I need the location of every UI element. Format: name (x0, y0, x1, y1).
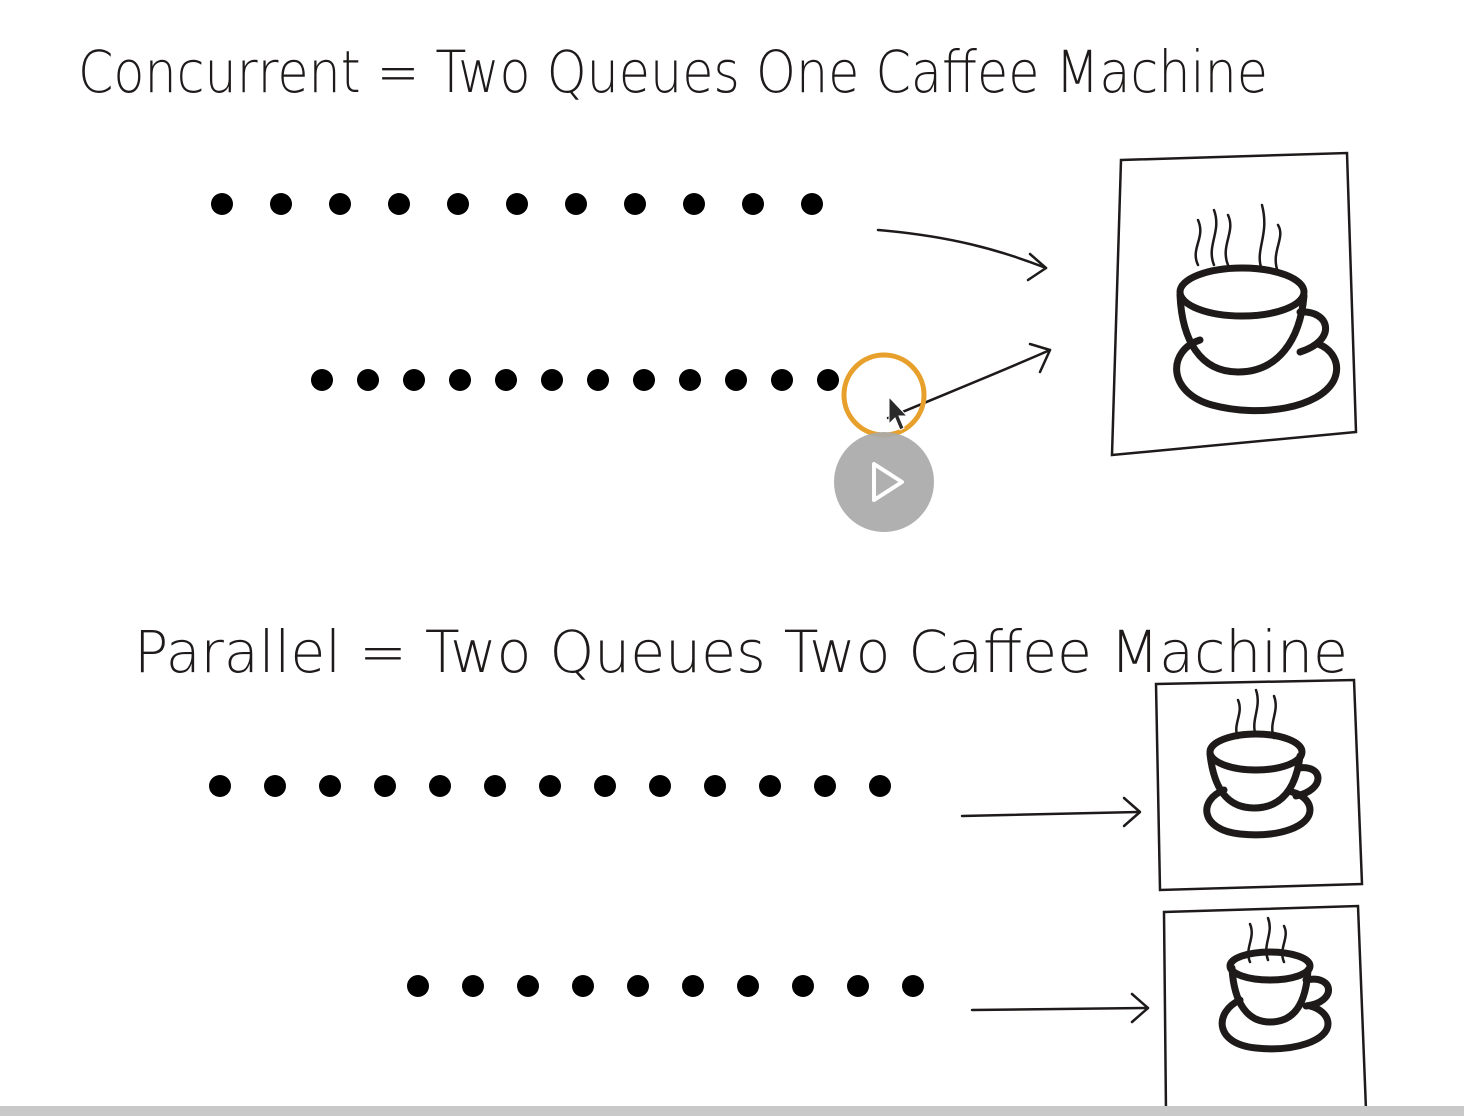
concurrent-queue-1 (208, 193, 826, 262)
stick-figure-icon (676, 369, 704, 438)
stick-figure-icon (459, 975, 487, 1044)
stick-figure-icon (798, 193, 826, 262)
stick-figure-icon (621, 193, 649, 262)
parallel-heading: Parallel = Two Queues Two Caffee Machine (134, 618, 1348, 686)
stick-figure-icon (562, 193, 590, 262)
stick-figure-icon (569, 975, 597, 1044)
parallel-coffee-machine-1 (1154, 678, 1364, 892)
stick-figure-icon (536, 775, 564, 844)
stick-figure-icon (756, 775, 784, 844)
stick-figure-icon (739, 193, 767, 262)
stick-figure-icon (426, 775, 454, 844)
stick-figure-icon (768, 369, 796, 438)
coffee-cup-icon (1218, 916, 1332, 1053)
stick-figure-icon (308, 369, 336, 438)
diagram-canvas: Concurrent = Two Queues One Caffee Machi… (78, 38, 1368, 1114)
stick-figure-icon (679, 975, 707, 1044)
parallel-arrow-1 (960, 796, 1142, 828)
parallel-queue-2 (404, 975, 927, 1044)
stick-figure-icon (404, 975, 432, 1044)
stick-figure-icon (316, 775, 344, 844)
play-button[interactable] (834, 432, 934, 532)
concurrent-arrow-2 (886, 342, 1052, 420)
stick-figure-icon (734, 975, 762, 1044)
arrow-icon (886, 348, 1052, 420)
stick-figure-icon (326, 193, 354, 262)
concurrent-coffee-machine (1110, 151, 1358, 457)
stick-figure-icon (591, 775, 619, 844)
stick-figure-icon (371, 775, 399, 844)
stick-figure-icon (267, 193, 295, 262)
parallel-queue-1 (206, 775, 894, 844)
stick-figure-icon (701, 775, 729, 844)
stick-figure-icon (814, 369, 842, 438)
bottom-scrollbar[interactable] (0, 1106, 1464, 1116)
arrow-icon (970, 1006, 1148, 1012)
stick-figure-icon (503, 193, 531, 262)
coffee-cup-icon (1203, 688, 1322, 839)
stick-figure-icon (866, 775, 894, 844)
stick-figure-icon (722, 369, 750, 438)
stick-figure-icon (811, 775, 839, 844)
stick-figure-icon (444, 193, 472, 262)
stick-figure-icon (584, 369, 612, 438)
stick-figure-icon (789, 975, 817, 1044)
mouse-cursor-icon (888, 395, 909, 431)
stick-figure-icon (624, 975, 652, 1044)
concurrent-arrow-1 (876, 228, 1048, 282)
stick-figure-icon (206, 775, 234, 844)
stick-figure-icon (844, 975, 872, 1044)
coffee-cup-icon (1173, 203, 1341, 415)
stick-figure-icon (514, 975, 542, 1044)
stick-figure-icon (385, 193, 413, 262)
stick-figure-icon (400, 369, 428, 438)
arrow-icon (876, 228, 1048, 270)
stick-figure-icon (354, 369, 382, 438)
stick-figure-icon (261, 775, 289, 844)
stick-figure-icon (630, 369, 658, 438)
concurrent-queue-2 (308, 369, 842, 438)
mouse-cursor-highlight (841, 352, 927, 438)
concurrent-heading: Concurrent = Two Queues One Caffee Machi… (78, 38, 1268, 106)
stick-figure-icon (481, 775, 509, 844)
stick-figure-icon (680, 193, 708, 262)
stick-figure-icon (646, 775, 674, 844)
stick-figure-icon (446, 369, 474, 438)
stick-figure-icon (899, 975, 927, 1044)
parallel-coffee-machine-2 (1162, 904, 1368, 1114)
stick-figure-icon (208, 193, 236, 262)
arrow-icon (960, 810, 1140, 818)
parallel-arrow-2 (970, 992, 1150, 1024)
stick-figure-icon (538, 369, 566, 438)
stick-figure-icon (492, 369, 520, 438)
